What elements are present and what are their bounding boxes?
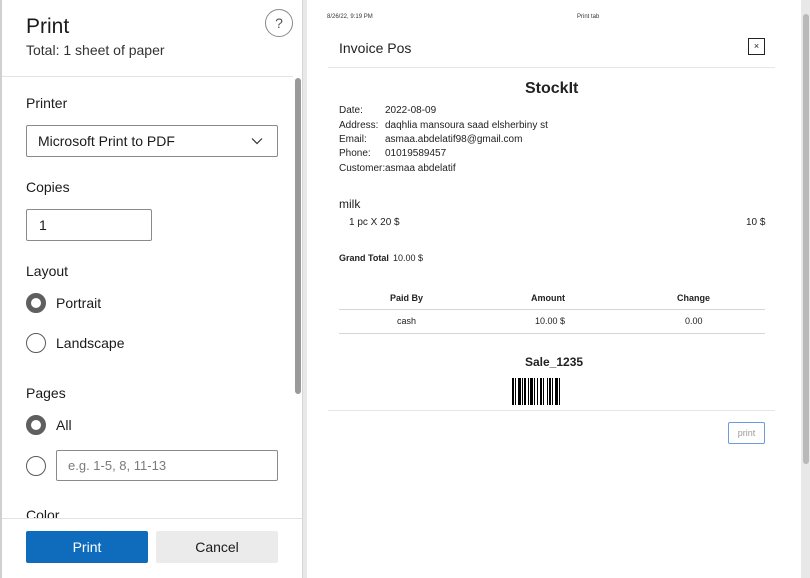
info-key: Phone: — [339, 148, 371, 159]
item-name: milk — [339, 197, 361, 211]
sheet-count: Total: 1 sheet of paper — [26, 42, 165, 58]
info-key: Email: — [339, 134, 367, 145]
landscape-label: Landscape — [56, 335, 125, 351]
page-range-input[interactable]: e.g. 1-5, 8, 11-13 — [56, 450, 278, 481]
print-tab-title: Print tab — [577, 14, 600, 20]
table-header: Paid By — [390, 293, 424, 303]
dialog-title: Print — [26, 15, 70, 38]
print-dialog: Print Total: 1 sheet of paper ? Printer … — [0, 0, 303, 578]
printer-value: Microsoft Print to PDF — [38, 133, 175, 149]
dialog-edge — [0, 0, 2, 578]
cancel-button[interactable]: Cancel — [156, 531, 278, 563]
preview-scrollbar[interactable] — [803, 14, 809, 464]
info-key: Customer: — [339, 163, 386, 174]
header-divider — [2, 76, 293, 77]
portrait-label: Portrait — [56, 295, 102, 311]
sale-id: Sale_1235 — [525, 355, 584, 369]
table-header: Amount — [531, 293, 565, 303]
table-cell: 10.00 $ — [535, 316, 566, 326]
info-address: daqhlia mansoura saad elsherbiny st — [385, 120, 548, 131]
chevron-down-icon — [251, 138, 263, 145]
barcode-image — [512, 378, 592, 405]
table-header: Change — [677, 293, 711, 303]
info-key: Date: — [339, 105, 363, 116]
info-email: asmaa.abdelatif98@gmail.com — [385, 134, 523, 145]
printer-label: Printer — [26, 95, 68, 111]
pages-range-radio[interactable] — [26, 456, 46, 476]
invoice-title: Invoice Pos — [339, 40, 412, 56]
barcode-bar — [560, 378, 562, 405]
layout-label: Layout — [26, 263, 69, 279]
info-key: Address: — [339, 120, 379, 131]
invoice-print-button[interactable]: print — [728, 422, 765, 444]
item-quantity: 1 pc X 20 $ — [349, 217, 400, 228]
info-phone: 01019589457 — [385, 148, 447, 159]
help-button[interactable]: ? — [265, 9, 293, 37]
table-header-divider — [339, 309, 765, 310]
copies-input[interactable]: 1 — [26, 209, 152, 241]
close-button[interactable]: × — [748, 38, 765, 55]
invoice-header-divider — [328, 67, 775, 68]
grand-total-value: 10.00 $ — [393, 253, 424, 263]
shop-name: StockIt — [525, 80, 579, 97]
table-cell: cash — [397, 316, 417, 326]
invoice-footer-divider — [328, 410, 775, 411]
dialog-scrollbar[interactable] — [295, 78, 301, 394]
table-row-divider — [339, 333, 765, 334]
landscape-radio[interactable] — [26, 333, 46, 353]
copies-label: Copies — [26, 179, 70, 195]
info-date: 2022-08-09 — [385, 105, 437, 116]
printer-select[interactable]: Microsoft Print to PDF — [26, 125, 278, 157]
pages-all-label: All — [56, 417, 72, 433]
print-button[interactable]: Print — [26, 531, 148, 563]
table-cell: 0.00 — [685, 316, 703, 326]
info-customer: asmaa abdelatif — [385, 163, 456, 174]
item-total: 10 $ — [746, 217, 766, 228]
grand-total-label: Grand Total — [339, 253, 389, 263]
portrait-radio[interactable] — [26, 293, 46, 313]
pages-label: Pages — [26, 385, 66, 401]
print-date: 8/26/22, 9:19 PM — [327, 14, 373, 20]
pages-all-radio[interactable] — [26, 415, 46, 435]
